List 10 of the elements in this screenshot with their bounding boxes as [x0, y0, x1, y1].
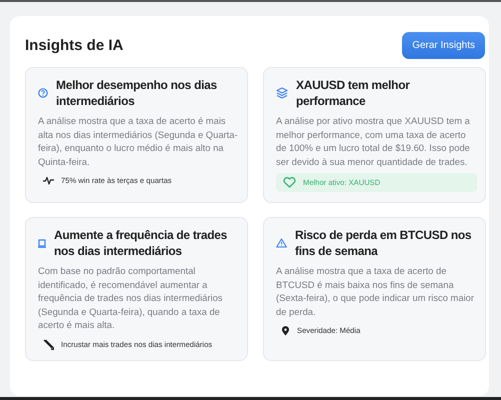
panel-title: Insights de IA	[25, 36, 124, 54]
generate-insights-button[interactable]: Gerar Insights	[402, 32, 485, 59]
card-title: Risco de perda em BTCUSD nos fins de semana	[295, 227, 472, 260]
card-title: XAUUSD tem melhor performance	[296, 77, 411, 109]
card-description: A análise mostra que a taxa de acerto é mais alta nos dias intermediários (Segunda e Quarta-feira), enquanto o lucro médio é mais alto na Quinta-feira.	[38, 114, 239, 168]
card-description: A análise por ativo mostra que XAUUSD tem a melhor performance, com uma taxa de acerto de 100% e um lucro total de $19.60. Isso pode ser devido à sua menor quantidade de trades.	[276, 114, 471, 168]
card-description: A análise mostra que a taxa de acerto de BTCUSD é mais baixa nos fins de semana (Sexta-feira), o que pode indicar um risco maior de perda.	[276, 264, 476, 318]
card-title: Melhor desempenho nos dias intermediários	[56, 77, 218, 109]
card-description: Com base no padrão comportamental identificado, é recomendável aumentar a frequência de trades nos dias intermediários (Segunda e Quarta-feira), quando a taxa de acerto é mais alta.	[38, 264, 224, 332]
card-title: Aumente a frequência de trades nos dias intermediários	[54, 227, 228, 260]
